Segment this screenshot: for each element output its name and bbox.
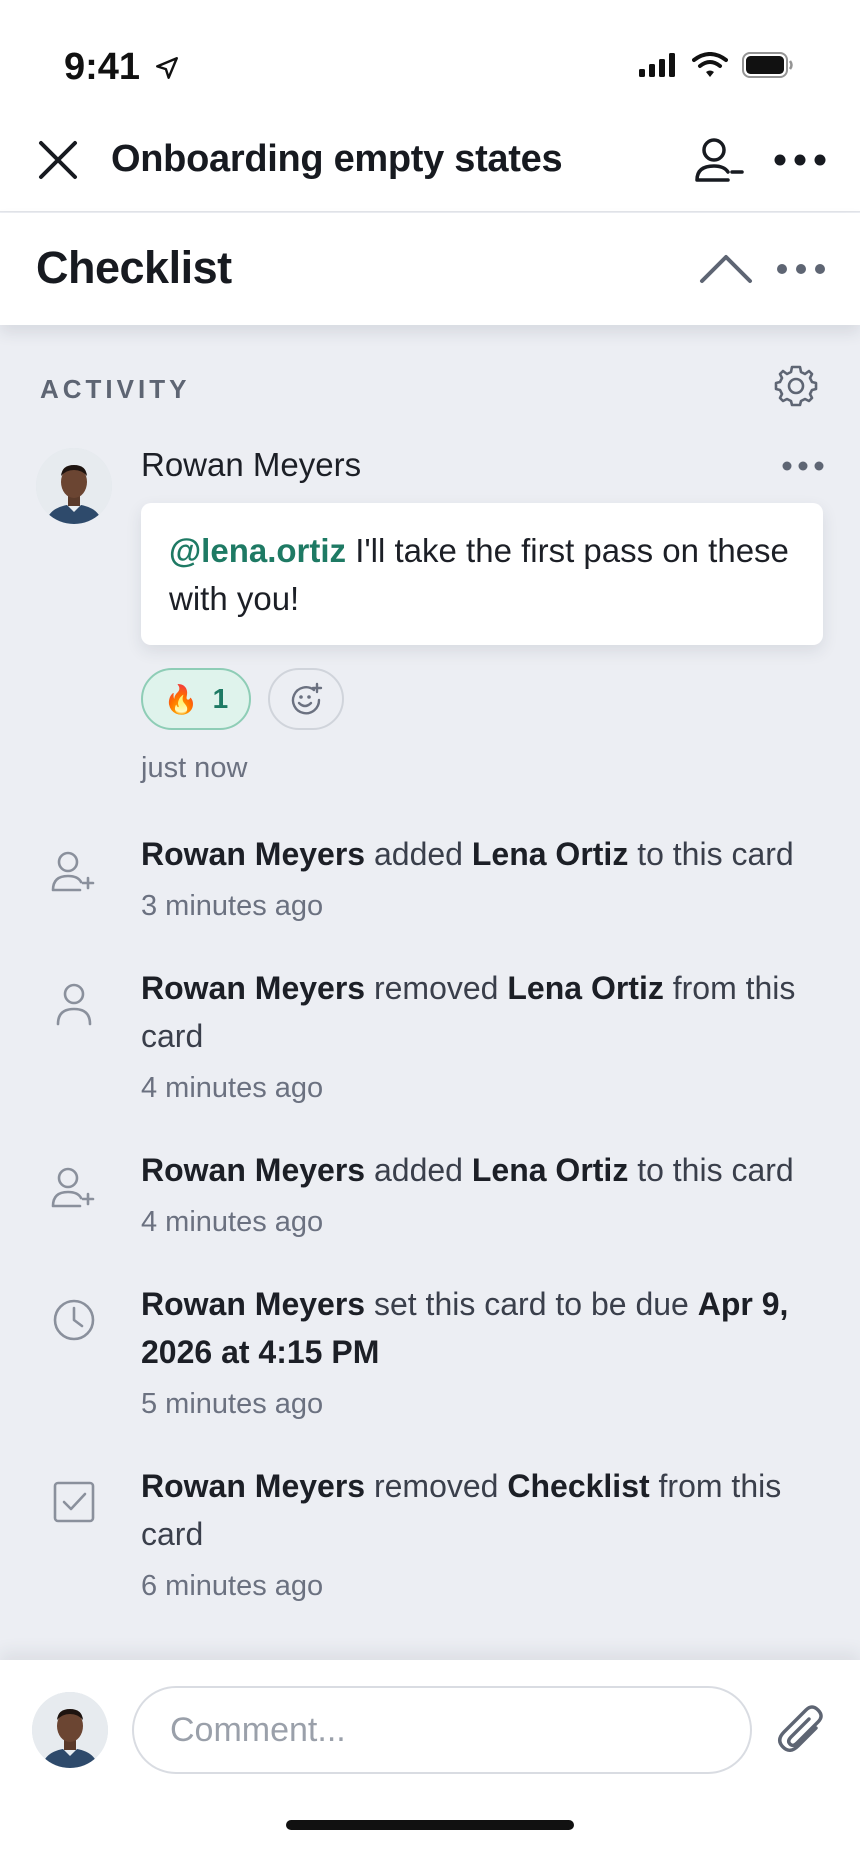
checklist-section-header: Checklist bbox=[0, 213, 860, 325]
close-button[interactable] bbox=[36, 138, 80, 182]
activity-timestamp: 4 minutes ago bbox=[141, 1206, 324, 1238]
more-horizontal-icon bbox=[782, 461, 824, 471]
chevron-up-icon bbox=[700, 255, 752, 283]
activity-text: Rowan Meyers removed Lena Ortiz from thi… bbox=[141, 964, 831, 1060]
comment-bubble[interactable]: @lena.ortiz I'll take the first pass on … bbox=[141, 503, 823, 645]
close-icon bbox=[39, 141, 77, 179]
activity-object[interactable]: Lena Ortiz bbox=[472, 836, 628, 872]
activity-verb: removed bbox=[365, 1468, 508, 1504]
activity-verb: added bbox=[365, 836, 472, 872]
remove-member-button[interactable] bbox=[694, 136, 746, 186]
add-person-icon bbox=[50, 1164, 98, 1212]
more-horizontal-icon bbox=[774, 154, 826, 166]
home-indicator bbox=[286, 1820, 574, 1830]
status-time-text: 9:41 bbox=[64, 46, 141, 88]
activity-verb: to this card bbox=[628, 836, 794, 872]
avatar-image bbox=[36, 448, 112, 524]
activity-verb: set this card to be due bbox=[365, 1286, 698, 1322]
comment-more-button[interactable] bbox=[782, 456, 824, 476]
activity-timestamp: 5 minutes ago bbox=[141, 1388, 324, 1420]
comment-composer bbox=[0, 1660, 860, 1864]
section-title: Checklist bbox=[36, 242, 232, 293]
activity-object[interactable]: Checklist bbox=[507, 1468, 649, 1504]
user-mention[interactable]: @lena.ortiz bbox=[169, 532, 346, 569]
actor-name[interactable]: Rowan Meyers bbox=[141, 1468, 365, 1504]
actor-name[interactable]: Rowan Meyers bbox=[141, 836, 365, 872]
status-indicators bbox=[638, 52, 794, 78]
activity-timestamp: 3 minutes ago bbox=[141, 890, 324, 922]
fire-emoji: 🔥 bbox=[163, 683, 199, 715]
location-arrow-icon bbox=[156, 56, 179, 79]
signal-icon bbox=[639, 53, 675, 77]
activity-text: Rowan Meyers added Lena Ortiz to this ca… bbox=[141, 830, 831, 878]
reaction-count: 1 bbox=[212, 683, 229, 714]
activity-text: Rowan Meyers added Lena Ortiz to this ca… bbox=[141, 1146, 831, 1194]
avatar[interactable] bbox=[32, 1692, 108, 1768]
person-icon bbox=[50, 980, 98, 1028]
avatar[interactable] bbox=[36, 448, 112, 524]
activity-settings-button[interactable] bbox=[774, 364, 818, 408]
status-bar: 9:41 bbox=[0, 0, 860, 120]
clock-icon bbox=[50, 1296, 98, 1344]
activity-verb: added bbox=[365, 1152, 472, 1188]
battery-icon bbox=[742, 52, 793, 78]
comment-input[interactable] bbox=[132, 1686, 752, 1774]
activity-object[interactable]: Lena Ortiz bbox=[472, 1152, 628, 1188]
add-person-icon bbox=[50, 848, 98, 896]
status-time: 9:41 bbox=[64, 46, 180, 89]
card-header: Onboarding empty states bbox=[0, 120, 860, 212]
comment-author[interactable]: Rowan Meyers bbox=[141, 446, 361, 484]
wifi-icon bbox=[692, 52, 728, 77]
checkbox-icon bbox=[50, 1478, 98, 1526]
activity-heading: ACTIVITY bbox=[40, 374, 191, 404]
more-horizontal-icon bbox=[777, 264, 825, 274]
gear-icon bbox=[774, 365, 818, 407]
activity-text: Rowan Meyers removed Checklist from this… bbox=[141, 1462, 831, 1558]
add-reaction-button[interactable] bbox=[268, 668, 344, 730]
reaction-chip[interactable]: 🔥 1 bbox=[141, 668, 251, 730]
card-more-button[interactable] bbox=[774, 146, 826, 174]
activity-object[interactable]: Lena Ortiz bbox=[507, 970, 663, 1006]
comment-timestamp: just now bbox=[141, 752, 248, 784]
actor-name[interactable]: Rowan Meyers bbox=[141, 1286, 365, 1322]
actor-name[interactable]: Rowan Meyers bbox=[141, 970, 365, 1006]
attach-button[interactable] bbox=[776, 1704, 826, 1758]
emoji-add-icon bbox=[291, 682, 323, 715]
actor-name[interactable]: Rowan Meyers bbox=[141, 1152, 365, 1188]
person-minus-icon bbox=[695, 138, 744, 182]
activity-text: Rowan Meyers set this card to be due Apr… bbox=[141, 1280, 831, 1376]
activity-timestamp: 6 minutes ago bbox=[141, 1570, 324, 1602]
card-title: Onboarding empty states bbox=[111, 138, 563, 180]
paperclip-icon bbox=[778, 1705, 823, 1752]
activity-timestamp: 4 minutes ago bbox=[141, 1072, 324, 1104]
section-more-button[interactable] bbox=[776, 257, 826, 281]
activity-verb: removed bbox=[365, 970, 508, 1006]
collapse-section-button[interactable] bbox=[698, 251, 754, 285]
activity-verb: to this card bbox=[628, 1152, 794, 1188]
avatar-image bbox=[32, 1692, 108, 1768]
